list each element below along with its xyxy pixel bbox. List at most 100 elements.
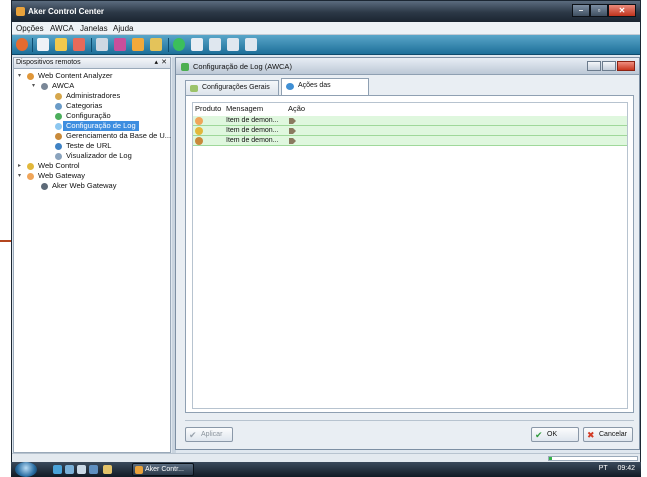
pin-icon[interactable]: ▴: [154, 58, 158, 66]
apply-button[interactable]: ✔ Aplicar: [185, 427, 233, 442]
child-close-button[interactable]: [617, 61, 635, 71]
menu-janelas[interactable]: Janelas: [80, 24, 108, 33]
panel-title: Dispositivos remotos: [16, 59, 81, 66]
document-icon[interactable]: [191, 38, 203, 51]
progress-fill: [549, 457, 552, 460]
message-cell: Item de demon...: [226, 127, 279, 134]
ok-button[interactable]: ✔ OK: [531, 427, 579, 442]
settings-icon: [190, 85, 198, 92]
table-row[interactable]: Item de demon...: [193, 136, 627, 146]
expand-arrow-icon[interactable]: ▾: [18, 171, 21, 181]
server-icon: [41, 83, 48, 90]
gateway-icon: [27, 173, 34, 180]
tree-label: Configuração de Log: [63, 121, 139, 131]
star-icon[interactable]: [132, 38, 144, 51]
start-button[interactable]: [15, 462, 37, 477]
gateway-icon: [195, 137, 203, 145]
tree-item-web-content-analyzer[interactable]: ▾ Web Content Analyzer: [14, 71, 170, 81]
web-control-icon: [195, 127, 203, 135]
close-button[interactable]: ✕: [608, 4, 636, 17]
taskbar-button-aker[interactable]: Aker Contr...: [132, 463, 194, 476]
title-bar[interactable]: Aker Control Center – ▫ ✕: [12, 1, 640, 22]
column-produto[interactable]: Produto: [195, 104, 221, 113]
remote-devices-panel: Dispositivos remotos ▴ ✕ ▾ Web Content A…: [13, 57, 171, 453]
message-icon: [286, 83, 294, 90]
column-mensagem[interactable]: Mensagem: [226, 104, 263, 113]
toolbar: [12, 35, 640, 55]
gear-icon: [55, 113, 62, 120]
minimize-button[interactable]: –: [572, 4, 590, 17]
tree-item-gerenciamento-da-base[interactable]: Gerenciamento da Base de U...: [14, 131, 171, 141]
document-icon[interactable]: [55, 38, 67, 51]
connect-icon[interactable]: [150, 38, 162, 51]
tree-label: AWCA: [52, 81, 75, 90]
menu-bar: Opções AWCA Janelas Ajuda: [12, 22, 640, 35]
desktop-icon[interactable]: [65, 465, 74, 474]
ok-label: OK: [547, 431, 558, 438]
table-row[interactable]: Item de demon...: [193, 126, 627, 136]
tree-item-web-gateway[interactable]: ▾ Web Gateway: [14, 171, 170, 181]
expand-arrow-icon[interactable]: ▾: [18, 71, 21, 81]
expand-arrow-icon[interactable]: ▾: [32, 81, 35, 91]
tab-configuracoes-gerais[interactable]: Configurações Gerais: [185, 80, 279, 95]
gear-icon: [27, 73, 34, 80]
ie-icon[interactable]: [53, 465, 62, 474]
document-icon[interactable]: [209, 38, 221, 51]
tree-item-configuracao-de-log[interactable]: Configuração de Log: [14, 121, 170, 131]
taskbar: Aker Contr... PT 09:42: [11, 462, 641, 477]
awca-icon: [195, 117, 203, 125]
arrow-icon[interactable]: [227, 38, 239, 51]
tree-item-web-control[interactable]: ▸ Web Control: [14, 161, 170, 171]
cancel-icon: ✖: [587, 430, 595, 440]
tree-label: Visualizador de Log: [66, 151, 132, 160]
message-cell: Item de demon...: [226, 137, 279, 144]
document-icon[interactable]: [73, 38, 85, 51]
language-indicator[interactable]: PT: [599, 465, 608, 472]
tree-item-awca[interactable]: ▾ AWCA: [14, 81, 170, 91]
child-title-bar[interactable]: Configuração de Log (AWCA): [176, 58, 639, 75]
action-icon[interactable]: [288, 137, 297, 145]
check-icon: ✔: [189, 430, 197, 440]
menu-ajuda[interactable]: Ajuda: [113, 24, 133, 33]
action-icon[interactable]: [288, 127, 297, 135]
clock[interactable]: 09:42: [617, 465, 635, 472]
tree-item-categorias[interactable]: Categorias: [14, 101, 170, 111]
tree-label: Configuração: [66, 111, 111, 120]
gear-icon[interactable]: [96, 38, 108, 51]
tree-item-aker-web-gateway[interactable]: Aker Web Gateway: [14, 181, 170, 191]
close-icon[interactable]: ✕: [161, 58, 167, 66]
tree-item-visualizador-de-log[interactable]: Visualizador de Log: [14, 151, 170, 161]
menu-awca[interactable]: AWCA: [50, 24, 74, 33]
users-icon[interactable]: [114, 38, 126, 51]
tree-label: Web Content Analyzer: [38, 71, 113, 80]
tree-item-teste-de-url[interactable]: Teste de URL: [14, 141, 170, 151]
media-icon[interactable]: [89, 465, 98, 474]
tab-acoes-das-mensagens[interactable]: Ações das Mensagens: [281, 78, 369, 103]
log-icon: [55, 123, 62, 130]
folder-icon[interactable]: [103, 465, 112, 474]
document-icon[interactable]: [37, 38, 49, 51]
tree-item-configuracao[interactable]: Configuração: [14, 111, 170, 121]
aker-app-icon: [16, 7, 25, 16]
tree-item-administradores[interactable]: Administradores: [14, 91, 170, 101]
status-bar: [12, 453, 640, 462]
column-acao[interactable]: Ação: [288, 104, 305, 113]
cancel-button[interactable]: ✖ Cancelar: [583, 427, 633, 442]
table-row[interactable]: Item de demon...: [193, 116, 627, 126]
child-minimize-button[interactable]: [587, 61, 601, 71]
apply-label: Aplicar: [201, 431, 223, 438]
menu-opcoes[interactable]: Opções: [16, 24, 44, 33]
log-icon: [55, 153, 62, 160]
gear-icon: [27, 163, 34, 170]
expand-arrow-icon[interactable]: ▸: [18, 161, 21, 171]
power-icon[interactable]: [16, 38, 28, 51]
aker-app-icon: [135, 466, 143, 474]
action-icon[interactable]: [288, 117, 297, 125]
child-restore-button[interactable]: [602, 61, 616, 71]
progress-indicator: [548, 456, 638, 461]
refresh-icon[interactable]: [173, 38, 185, 51]
arrow-icon[interactable]: [245, 38, 257, 51]
child-window-title: Configuração de Log (AWCA): [193, 62, 292, 71]
maximize-button[interactable]: ▫: [590, 4, 608, 17]
explorer-icon[interactable]: [77, 465, 86, 474]
